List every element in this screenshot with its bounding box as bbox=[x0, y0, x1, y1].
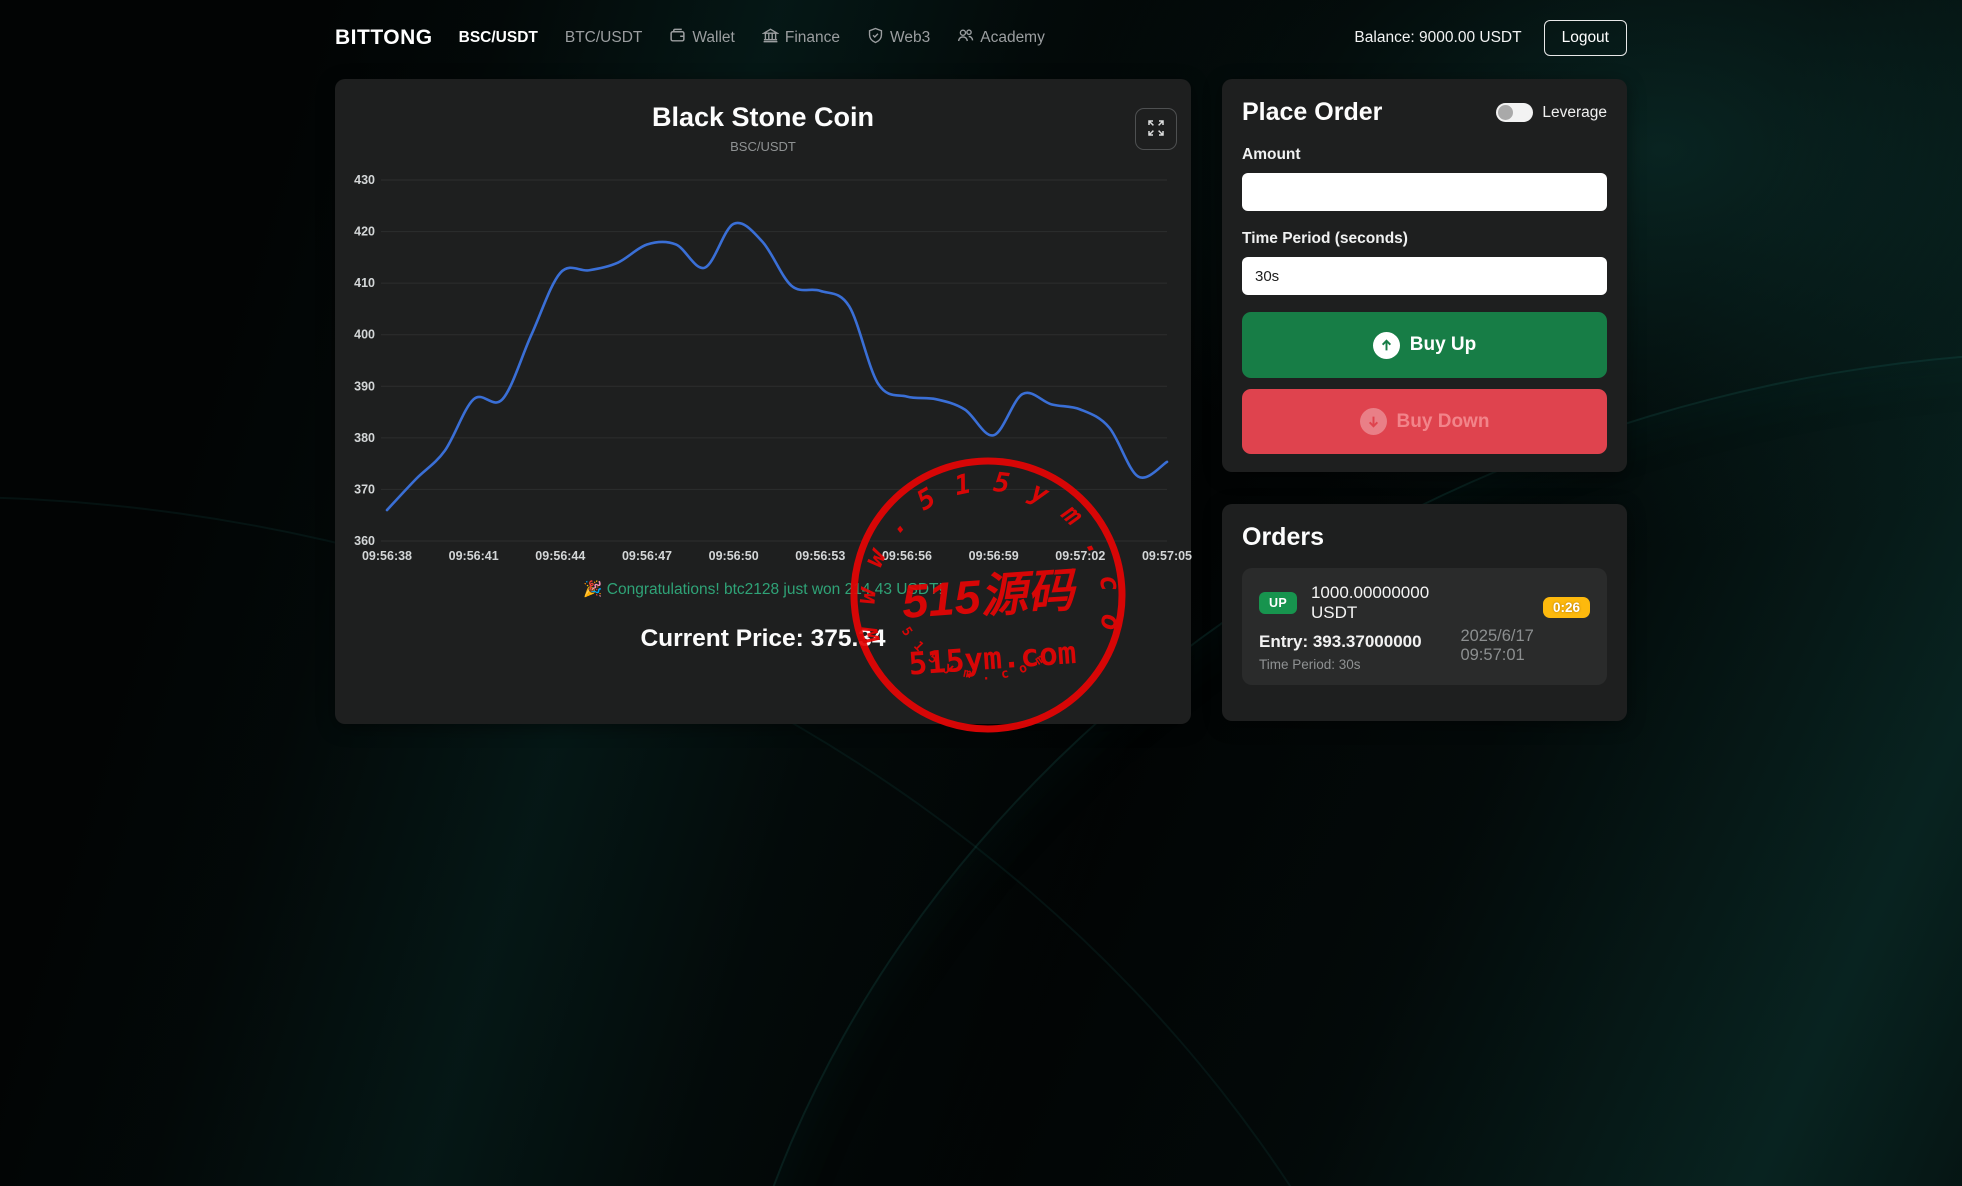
price-chart: 360 370 380 390 400 410 420 430 09:56:38 09:56:41… bbox=[354, 173, 1192, 563]
svg-text:09:56:59: 09:56:59 bbox=[969, 549, 1019, 563]
order-amount: 1000.00000000 USDT bbox=[1310, 583, 1430, 622]
logout-button[interactable]: Logout bbox=[1543, 20, 1627, 56]
brand-logo: BITTONG bbox=[335, 26, 433, 49]
fullscreen-expand-icon bbox=[1146, 118, 1166, 141]
svg-text:09:56:50: 09:56:50 bbox=[709, 549, 759, 563]
nav-item-academy[interactable]: Academy bbox=[957, 27, 1045, 49]
chart-card: Black Stone Coin BSC/USDT 360 370 380 390 40… bbox=[335, 79, 1192, 724]
svg-text:09:56:47: 09:56:47 bbox=[622, 549, 672, 563]
arrow-down-icon bbox=[1359, 408, 1387, 435]
nav-item-finance[interactable]: Finance bbox=[761, 27, 840, 49]
svg-text:09:56:56: 09:56:56 bbox=[882, 549, 932, 563]
balance-text: Balance: 9000.00 USDT bbox=[1354, 29, 1522, 46]
price-chart-area: 360 370 380 390 400 410 420 430 09:56:38 09:56:41… bbox=[353, 168, 1192, 570]
buy-down-button[interactable]: Buy Down bbox=[1242, 389, 1607, 454]
leverage-toggle[interactable] bbox=[1496, 103, 1534, 122]
toggle-knob bbox=[1498, 105, 1514, 120]
people-icon bbox=[957, 27, 974, 49]
orders-title: Orders bbox=[1242, 523, 1324, 551]
svg-text:370: 370 bbox=[354, 482, 375, 496]
nav-links: BSC/USDT BTC/USDT Wallet Finance Web3 Ac… bbox=[459, 27, 1045, 49]
amount-label: Amount bbox=[1242, 146, 1301, 163]
arrow-up-icon bbox=[1372, 331, 1400, 359]
time-period-label: Time Period (seconds) bbox=[1242, 230, 1408, 247]
place-order-title: Place Order bbox=[1242, 98, 1383, 126]
svg-text:380: 380 bbox=[354, 431, 375, 445]
order-time-period: Time Period: 30s bbox=[1259, 657, 1361, 672]
svg-text:360: 360 bbox=[354, 534, 375, 548]
svg-text:410: 410 bbox=[354, 276, 375, 290]
chart-title: Black Stone Coin bbox=[651, 102, 875, 132]
svg-text:390: 390 bbox=[354, 379, 375, 393]
congrats-ticker: 🎉 Congratulations! btc2128 just won 214.… bbox=[583, 581, 943, 598]
countdown-badge: 0:26 bbox=[1542, 596, 1590, 618]
svg-text:09:57:05: 09:57:05 bbox=[1142, 549, 1192, 563]
shield-check-icon bbox=[867, 27, 884, 49]
place-order-panel: Place Order Leverage Amount Time Period … bbox=[1222, 79, 1627, 472]
bank-icon bbox=[761, 27, 780, 49]
svg-text:400: 400 bbox=[354, 328, 375, 342]
wallet-icon bbox=[669, 27, 686, 49]
buy-up-button[interactable]: Buy Up bbox=[1242, 312, 1607, 378]
order-datetime: 2025/6/17 09:57:01 bbox=[1460, 626, 1534, 664]
current-price: Current Price: 375.34 bbox=[640, 625, 886, 652]
fullscreen-button[interactable] bbox=[1135, 108, 1177, 150]
leverage-label: Leverage bbox=[1542, 103, 1607, 121]
svg-text:420: 420 bbox=[354, 225, 375, 239]
time-period-input[interactable] bbox=[1242, 257, 1607, 295]
svg-text:09:56:41: 09:56:41 bbox=[449, 549, 499, 563]
orders-panel: Orders UP 1000.00000000 USDT Entry: 393.… bbox=[1222, 504, 1627, 721]
direction-badge: UP bbox=[1259, 592, 1297, 614]
nav-item-bsc-usdt[interactable]: BSC/USDT bbox=[459, 29, 538, 47]
nav-item-wallet[interactable]: Wallet bbox=[669, 27, 735, 49]
order-entry: Entry: 393.37000000 bbox=[1259, 632, 1422, 651]
svg-text:09:56:44: 09:56:44 bbox=[535, 549, 585, 563]
svg-text:430: 430 bbox=[354, 173, 375, 187]
amount-input[interactable] bbox=[1242, 173, 1607, 211]
svg-text:09:57:02: 09:57:02 bbox=[1055, 549, 1105, 563]
chart-subtitle: BSC/USDT bbox=[730, 139, 796, 154]
top-nav: BITTONG BSC/USDT BTC/USDT Wallet Finance… bbox=[335, 0, 1627, 76]
nav-item-btc-usdt[interactable]: BTC/USDT bbox=[565, 29, 643, 47]
order-row[interactable]: UP 1000.00000000 USDT Entry: 393.3700000… bbox=[1242, 568, 1607, 685]
nav-item-web3[interactable]: Web3 bbox=[867, 27, 930, 49]
svg-text:09:56:53: 09:56:53 bbox=[795, 549, 845, 563]
svg-text:09:56:38: 09:56:38 bbox=[362, 549, 412, 563]
